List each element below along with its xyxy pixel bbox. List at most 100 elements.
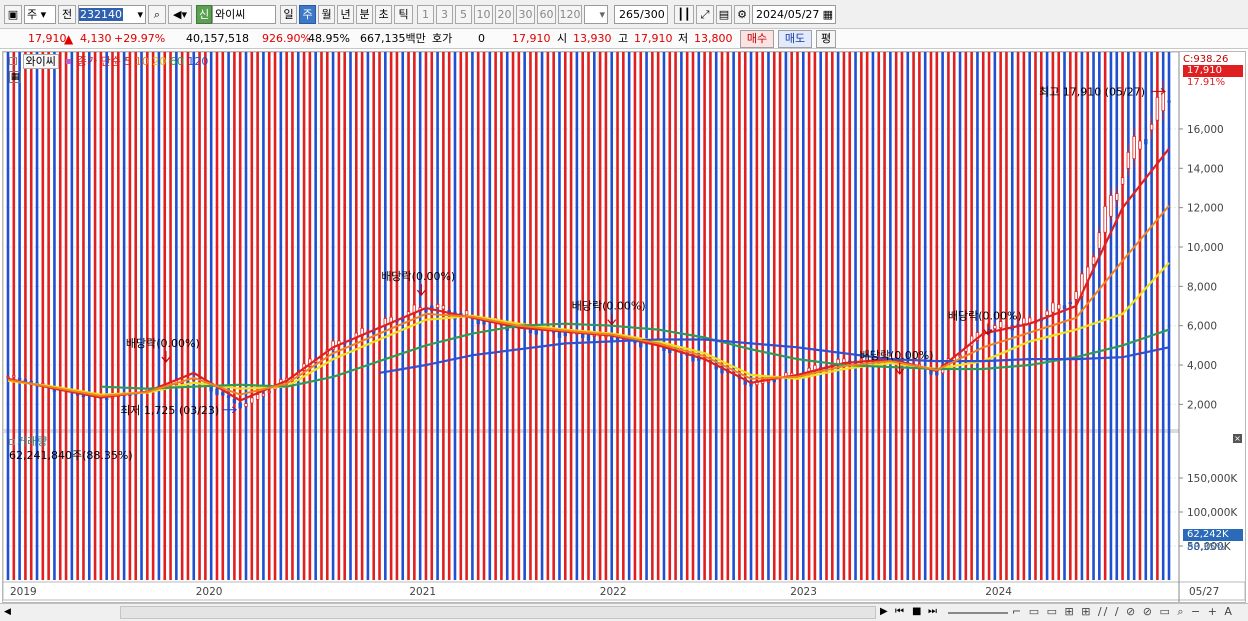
volume-bar [772, 52, 776, 581]
volume-bar [1080, 52, 1084, 580]
volume-bar [784, 52, 788, 580]
chart-type-label: 주 [27, 8, 38, 21]
candle-icon[interactable]: ┃┃ [674, 5, 694, 24]
scroll-thumb[interactable] [120, 606, 876, 619]
volume-toggle-icon[interactable] [9, 439, 15, 445]
legend-toggle-icon[interactable] [9, 57, 17, 65]
drawing-tools-icon[interactable]: ⌐ ▭ ▭ ⊞ ⊞ ∕∕ ∕ ⊘ ⊘ ▭ ⌕ − + A [1012, 605, 1234, 619]
sell-button[interactable]: 매도 [778, 30, 812, 48]
stop-icon[interactable]: ■ [912, 606, 921, 617]
high-marker-label: 최고 17,910 (05/27) [1039, 85, 1145, 98]
volume-bar [645, 52, 648, 580]
price-tick-label: 4,000 [1187, 360, 1217, 372]
volume-bar [151, 52, 155, 580]
period-tick[interactable]: 틱 [394, 5, 413, 24]
candle-body [557, 331, 562, 339]
save-icon[interactable]: ▤ [716, 5, 732, 24]
volume-bar [87, 52, 91, 580]
chart-type-select[interactable]: 주 ▾ [24, 5, 56, 24]
period-second[interactable]: 초 [375, 5, 392, 24]
period-week[interactable]: 주 [299, 5, 316, 24]
volume-bar [1057, 52, 1061, 580]
chart-area[interactable]: 16,000 14,000 12,000 10,000 8,000 6,000 4,000 2… [2, 51, 1246, 603]
chart-menu-icon[interactable]: ▣ [4, 5, 22, 24]
search-icon[interactable]: ⌕ [148, 5, 166, 24]
interval-60[interactable]: 60 [537, 5, 556, 24]
axis-top-label: C:938.26 [1183, 54, 1229, 65]
period-year[interactable]: 년 [337, 5, 354, 24]
volume-bar [1121, 52, 1124, 580]
period-month[interactable]: 월 [318, 5, 335, 24]
volume-bar [935, 52, 939, 580]
grid-toggle-icon[interactable]: ▦ [9, 71, 21, 83]
interval-20[interactable]: 20 [495, 5, 514, 24]
volume-bar [227, 52, 230, 580]
date-input[interactable]: 2024/05/27 ▦ [752, 5, 836, 24]
price-bar: 17,910 ▲ 4,130 +29.97% 40,157,518 926.90… [0, 29, 1248, 49]
volume-bar [900, 52, 904, 580]
candle-body [1074, 291, 1078, 300]
prev-button[interactable]: 전 [58, 5, 76, 24]
volume-bar [320, 52, 323, 580]
price-tick-label: 14,000 [1187, 163, 1224, 175]
candle-body [1144, 139, 1148, 145]
volume-bar [918, 52, 921, 580]
time-tick-label: 2019 [10, 586, 37, 598]
stock-name-field[interactable]: 와이씨 [212, 5, 276, 24]
candle-body [1045, 310, 1049, 316]
volume-bar [836, 52, 840, 580]
display-count-input[interactable]: 265/300 [614, 5, 668, 24]
eval-button[interactable]: 평 [816, 30, 836, 48]
legend-ma5: 5 [124, 55, 132, 68]
close-panel-icon[interactable]: × [1233, 434, 1242, 443]
interval-3[interactable]: 3 [436, 5, 453, 24]
price-change: 4,130 [80, 32, 112, 45]
calendar-icon[interactable]: ▦ [823, 6, 833, 23]
settings-gear-icon[interactable]: ⚙ [734, 5, 750, 24]
candle-body [435, 304, 440, 308]
legend-ma20: 20 [152, 55, 167, 68]
scroll-left-icon[interactable]: ◀ [4, 607, 11, 617]
volume-bar [540, 52, 544, 580]
period-day[interactable]: 일 [280, 5, 297, 24]
volume-bar [1161, 52, 1165, 580]
volume-bar [198, 52, 201, 580]
legend-stock-name[interactable]: 와이씨 [22, 54, 59, 69]
buy-button[interactable]: 매수 [740, 30, 774, 48]
candle-body [1062, 305, 1067, 309]
fast-forward-icon[interactable]: ⏭ [928, 606, 937, 617]
interval-5[interactable]: 5 [455, 5, 472, 24]
high-price: 17,910 [634, 32, 673, 45]
rewind-icon[interactable]: ⏮ [895, 606, 904, 617]
scroll-right-icon[interactable]: ▶ [880, 606, 888, 617]
candle-body [1109, 195, 1113, 217]
interval-10[interactable]: 10 [474, 5, 493, 24]
interval-30[interactable]: 30 [516, 5, 535, 24]
trade-volume: 40,157,518 [186, 32, 249, 45]
time-tick-label: 2021 [409, 586, 436, 598]
volume-tick-label: 100,000K [1187, 507, 1238, 519]
volume-bar [76, 52, 79, 581]
speaker-icon[interactable]: ◀▾ [168, 5, 192, 24]
interval-dropdown[interactable]: ▾ [584, 5, 608, 24]
speed-slider[interactable] [948, 612, 1008, 614]
open-price: 13,930 [573, 32, 612, 45]
volume-bar [558, 52, 561, 580]
interval-120[interactable]: 120 [558, 5, 582, 24]
time-tick-label: 2022 [600, 586, 627, 598]
dividend-arrow-icon [607, 313, 617, 326]
candle-body [441, 305, 446, 310]
chart-svg[interactable]: 16,000 14,000 12,000 10,000 8,000 6,000 4,000 2… [3, 52, 1245, 602]
new-listing-badge: 신 [196, 5, 212, 24]
volume-bar [662, 52, 666, 580]
stock-code-input[interactable]: 232140 ▾ [78, 5, 146, 24]
candle-body [255, 394, 260, 400]
volume-bar [331, 52, 335, 580]
last-price-tag: 17,910 [1183, 65, 1243, 77]
line-tool-icon[interactable]: ⤢ [696, 5, 714, 24]
period-minute[interactable]: 분 [356, 5, 373, 24]
dividend-annotation: 배당락(0.00%) [860, 349, 934, 362]
interval-1[interactable]: 1 [417, 5, 434, 24]
date-value: 2024/05/27 [756, 8, 820, 21]
volume-bar [134, 52, 138, 581]
